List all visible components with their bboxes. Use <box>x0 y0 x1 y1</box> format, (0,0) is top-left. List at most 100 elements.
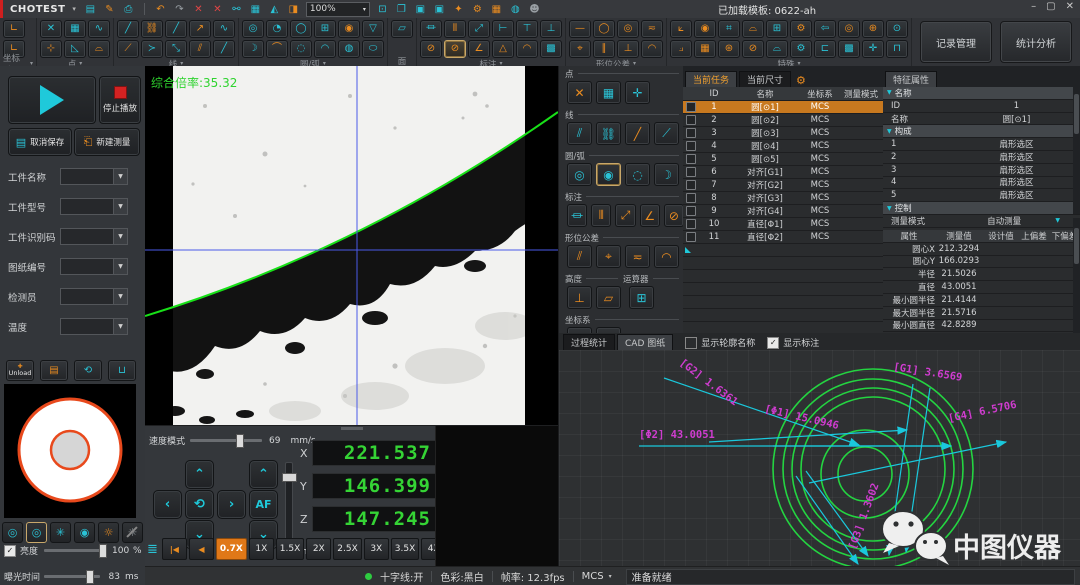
save-light-icon[interactable]: ▤ <box>40 360 68 381</box>
field-combobox[interactable]: ▼ <box>60 228 128 245</box>
light-off-icon[interactable]: ☼ <box>122 522 143 543</box>
chevron-down-icon[interactable]: ▼ <box>113 289 127 304</box>
ribbon-tool-icon[interactable]: ⫽ <box>189 40 211 58</box>
table-row[interactable]: 2圆[⊙2]MCS <box>683 114 883 127</box>
gear-icon[interactable]: ⚙ <box>796 74 806 87</box>
ribbon-tool-icon[interactable]: ◠ <box>641 40 663 58</box>
ribbon-tool-icon[interactable]: ↗ <box>189 20 211 38</box>
chevron-down-icon[interactable]: ▼ <box>113 319 127 334</box>
record-manage-button[interactable]: 记录管理 <box>920 21 992 63</box>
light-preview[interactable] <box>4 384 136 518</box>
ribbon-tool-icon[interactable]: ⌓ <box>766 40 788 58</box>
z-speed-slider[interactable] <box>285 462 293 546</box>
row-checkbox[interactable] <box>686 193 696 203</box>
row-checkbox[interactable] <box>686 219 696 229</box>
exposure-slider[interactable] <box>44 575 100 578</box>
ribbon-tool-icon[interactable]: ◍ <box>338 40 360 58</box>
zoom-level-button[interactable]: 1X <box>249 538 274 560</box>
tol-symmetry-icon[interactable]: ≂ <box>625 245 650 268</box>
coord-system-select[interactable]: MCS ▾ <box>582 571 612 582</box>
property-section-header[interactable]: ▼控制 <box>883 202 1080 215</box>
line-thick-icon[interactable]: ⫽ <box>567 122 592 145</box>
delete-icon[interactable]: ✕ <box>191 2 206 16</box>
ribbon-tool-icon[interactable]: ⊢ <box>492 20 514 38</box>
row-checkbox[interactable] <box>686 141 696 151</box>
ribbon-tool-icon[interactable]: ◉ <box>694 20 716 38</box>
ribbon-tool-icon[interactable]: ◉ <box>338 20 360 38</box>
ribbon-tool-icon[interactable]: ⊘ <box>420 40 442 58</box>
grid-icon[interactable]: ▦ <box>248 2 263 16</box>
jog-home-button[interactable]: ⟲ <box>185 490 214 519</box>
table-row[interactable]: 4圆[⊙4]MCS <box>683 140 883 153</box>
ribbon-tool-icon[interactable]: ∠ <box>468 40 490 58</box>
ribbon-tool-icon[interactable]: ⟋ <box>117 40 139 58</box>
ribbon-tool-icon[interactable]: ⊏ <box>814 40 836 58</box>
table-row[interactable]: 3圆[⊙3]MCS <box>683 127 883 140</box>
ribbon-tool-icon[interactable]: ⊞ <box>766 20 788 38</box>
jog-left-button[interactable]: ‹ <box>153 490 182 519</box>
table-row[interactable]: 11直径[Φ2]MCS <box>683 231 883 244</box>
ribbon-tool-icon[interactable]: ⊛ <box>718 40 740 58</box>
dim-caliper-icon[interactable]: ⤢ <box>615 204 635 227</box>
ribbon-tool-icon[interactable]: ⊥ <box>617 40 639 58</box>
ribbon-tool-icon[interactable]: ⊞ <box>314 20 336 38</box>
ring-light-2-icon[interactable]: ◎ <box>26 522 47 543</box>
row-checkbox[interactable] <box>686 102 696 112</box>
table-row[interactable]: 7对齐[G2]MCS <box>683 179 883 192</box>
cancel-save-button[interactable]: ▤ 取消保存 <box>8 128 72 156</box>
ribbon-tool-icon[interactable]: ◠ <box>516 40 538 58</box>
ribbon-tool-icon[interactable]: ✕ <box>40 20 62 38</box>
tab-过程统计[interactable]: 过程统计 <box>563 334 615 350</box>
ribbon-tool-icon[interactable]: ⛓ <box>141 20 163 38</box>
scroll-thumb[interactable] <box>1074 94 1079 134</box>
circle-points-icon[interactable]: ◌ <box>625 163 650 186</box>
dim-diameter-icon[interactable]: ⊘ <box>664 204 684 227</box>
ribbon-tool-icon[interactable]: ⌒ <box>266 40 288 58</box>
link-icon[interactable]: ⚯ <box>229 2 244 16</box>
row-checkbox[interactable] <box>686 128 696 138</box>
zoom-level-button[interactable]: 2X <box>306 538 331 560</box>
save-icon[interactable]: ▤ <box>83 2 98 16</box>
tab-当前任务[interactable]: 当前任务 <box>685 71 737 87</box>
refresh-light-icon[interactable]: ⟲ <box>74 360 102 381</box>
new-measure-button[interactable]: ⎗ 新建测量 <box>74 128 140 156</box>
ribbon-tool-icon[interactable]: ∟ <box>3 20 25 38</box>
row-checkbox[interactable] <box>686 154 696 164</box>
play-button[interactable] <box>8 76 96 124</box>
autofocus-button[interactable]: AF <box>249 490 278 519</box>
ribbon-tool-icon[interactable]: ⚙ <box>790 20 812 38</box>
checkbox[interactable]: ✓ <box>767 337 779 349</box>
edit-icon[interactable]: ✎ <box>102 2 117 16</box>
flip-icon[interactable]: ◭ <box>267 2 282 16</box>
ribbon-tool-icon[interactable]: ⊹ <box>40 40 62 58</box>
line-icon[interactable]: ╱ <box>625 122 650 145</box>
row-checkbox[interactable] <box>686 180 696 190</box>
print-icon[interactable]: ⎙ <box>121 2 136 16</box>
ribbon-tool-icon[interactable]: ⊓ <box>886 40 908 58</box>
height-plane-icon[interactable]: ▱ <box>596 286 621 309</box>
delete-all-icon[interactable]: ✕ <box>210 2 225 16</box>
ribbon-tool-icon[interactable]: ☽ <box>242 40 264 58</box>
cm-screen-icon[interactable]: ▣ <box>413 2 428 16</box>
arc-icon[interactable]: ☽ <box>654 163 679 186</box>
ribbon-tool-icon[interactable]: ▩ <box>540 40 562 58</box>
row-checkbox[interactable] <box>686 167 696 177</box>
zoom-level-button[interactable]: 1.5X <box>276 538 304 560</box>
table-row[interactable]: 6对齐[G1]MCS <box>683 166 883 179</box>
brightness-checkbox[interactable]: ✓ <box>4 545 16 557</box>
ribbon-tool-icon[interactable]: ∿ <box>88 20 110 38</box>
jog-up-button[interactable]: ⌃ <box>185 460 214 489</box>
ribbon-tool-icon[interactable]: ⌖ <box>569 40 591 58</box>
ribbon-tool-icon[interactable]: ◎ <box>617 20 639 38</box>
ribbon-tool-icon[interactable]: ⏛ <box>420 20 442 38</box>
gear-icon[interactable]: ⚙ <box>470 2 485 16</box>
globe-icon[interactable]: ◍ <box>508 2 523 16</box>
jog-right-button[interactable]: › <box>217 490 246 519</box>
tab-当前尺寸[interactable]: 当前尺寸 <box>739 71 791 87</box>
ribbon-tool-icon[interactable]: ⚙ <box>790 40 812 58</box>
ribbon-tool-icon[interactable]: ▦ <box>694 40 716 58</box>
chevron-down-icon[interactable]: ▼ <box>1055 217 1060 224</box>
property-section-header[interactable]: ▼名称 <box>883 87 1080 100</box>
row-checkbox[interactable] <box>686 115 696 125</box>
minimize-button[interactable]: – <box>1031 1 1036 12</box>
